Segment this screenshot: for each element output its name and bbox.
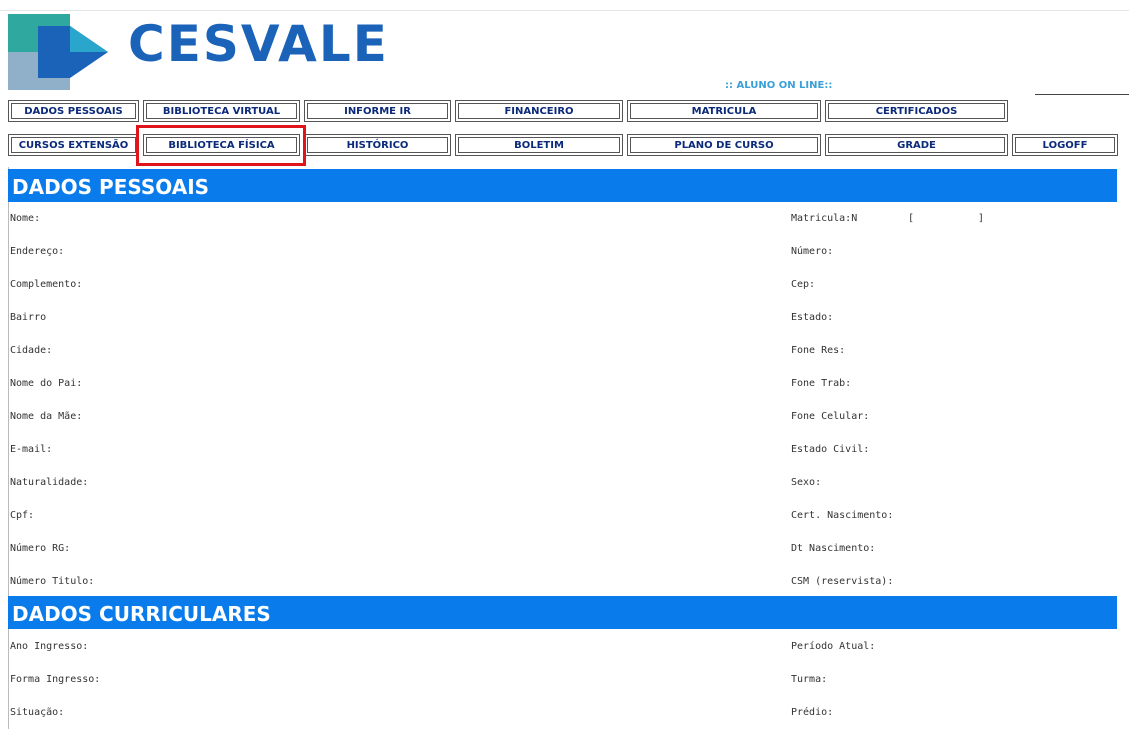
nav-financeiro[interactable]: FINANCEIRO — [455, 100, 623, 122]
label-fone-res: Fone Res: — [791, 345, 846, 356]
label-situacao: Situação: — [10, 707, 65, 718]
label-numero-rg: Número RG: — [10, 543, 71, 554]
nav-biblioteca-virtual[interactable]: BIBLIOTECA VIRTUAL — [143, 100, 300, 122]
nav-matricula[interactable]: MATRICULA — [627, 100, 821, 122]
label-cep: Cep: — [791, 279, 816, 290]
section-dados-pessoais: DADOS PESSOAIS — [8, 169, 1117, 202]
label-email: E-mail: — [10, 444, 53, 455]
label-bairro: Bairro — [10, 312, 47, 323]
nav-historico[interactable]: HISTÓRICO — [304, 134, 451, 156]
highlight-box — [136, 125, 306, 166]
label-turma: Turma: — [791, 674, 828, 685]
nav-boletim[interactable]: BOLETIM — [455, 134, 623, 156]
label-predio: Prédio: — [791, 707, 834, 718]
aluno-online-title: :: ALUNO ON LINE:: — [725, 80, 833, 91]
label-cert-nascimento: Cert. Nascimento: — [791, 510, 894, 521]
label-cpf: Cpf: — [10, 510, 35, 521]
nav-cursos-extensao[interactable]: CURSOS EXTENSÃO — [8, 134, 139, 156]
content-panel — [8, 167, 1119, 729]
label-estado: Estado: — [791, 312, 834, 323]
label-fone-celular: Fone Celular: — [791, 411, 870, 422]
matricula-bracket-open: [ — [908, 213, 915, 224]
label-csm-reservista: CSM (reservista): — [791, 576, 894, 587]
label-periodo-atual: Período Atual: — [791, 641, 876, 652]
label-numero: Número: — [791, 246, 834, 257]
nav-plano-de-curso[interactable]: PLANO DE CURSO — [627, 134, 821, 156]
label-nome-mae: Nome da Mãe: — [10, 411, 83, 422]
label-fone-trab: Fone Trab: — [791, 378, 852, 389]
nav-grade[interactable]: GRADE — [825, 134, 1008, 156]
header-rule — [1035, 94, 1129, 95]
nav-informe-ir[interactable]: INFORME IR — [304, 100, 451, 122]
label-naturalidade: Naturalidade: — [10, 477, 89, 488]
label-matricula: Matricula:N — [791, 213, 858, 224]
label-dt-nascimento: Dt Nascimento: — [791, 543, 876, 554]
label-nome-pai: Nome do Pai: — [10, 378, 83, 389]
label-estado-civil: Estado Civil: — [791, 444, 870, 455]
logo-text: CESVALE — [128, 15, 389, 73]
matricula-bracket-close: ] — [978, 213, 985, 224]
nav-certificados[interactable]: CERTIFICADOS — [825, 100, 1008, 122]
nav-dados-pessoais[interactable]: DADOS PESSOAIS — [8, 100, 139, 122]
label-endereco: Endereço: — [10, 246, 65, 257]
label-complemento: Complemento: — [10, 279, 83, 290]
label-numero-titulo: Número Titulo: — [10, 576, 95, 587]
label-cidade: Cidade: — [10, 345, 53, 356]
top-divider — [0, 10, 1129, 11]
label-nome: Nome: — [10, 213, 41, 224]
nav-logoff[interactable]: LOGOFF — [1012, 134, 1118, 156]
label-forma-ingresso: Forma Ingresso: — [10, 674, 101, 685]
label-ano-ingresso: Ano Ingresso: — [10, 641, 89, 652]
label-sexo: Sexo: — [791, 477, 822, 488]
section-dados-curriculares: DADOS CURRICULARES — [8, 596, 1117, 629]
